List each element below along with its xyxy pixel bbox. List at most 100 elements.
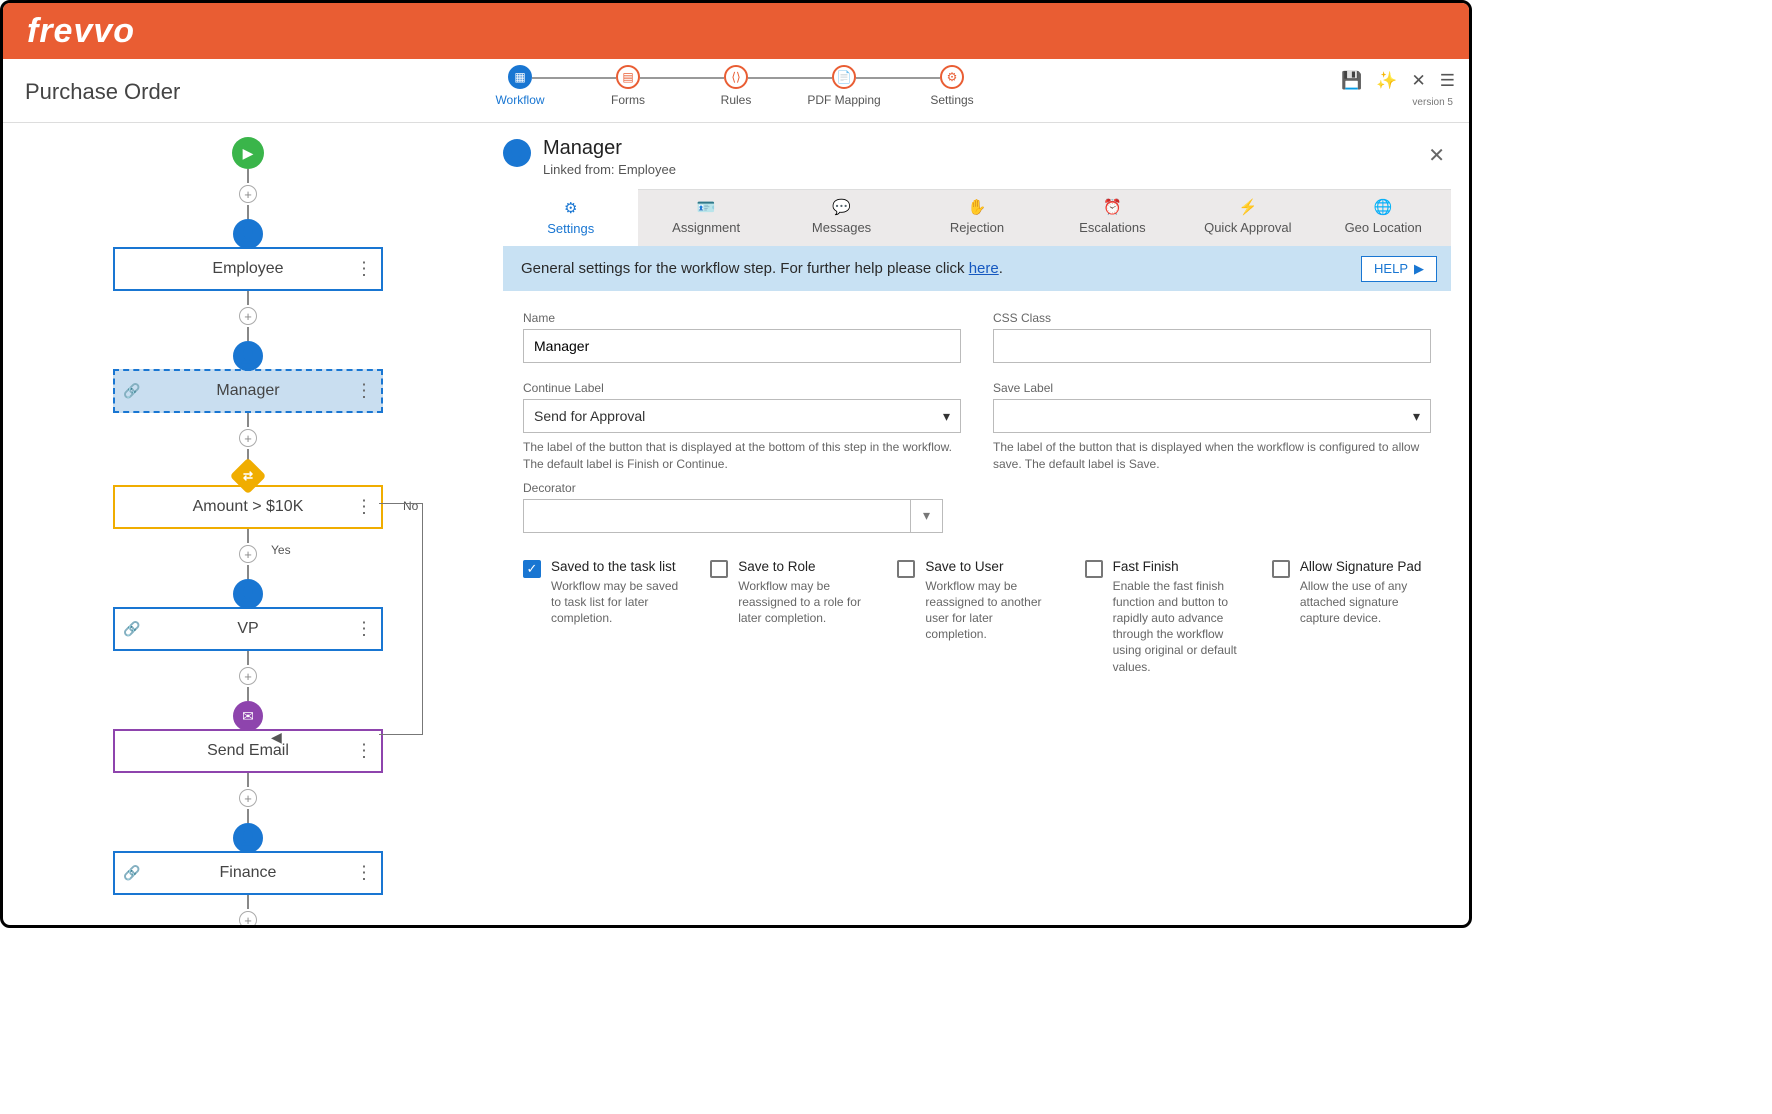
add-step-button[interactable]: + [239, 789, 257, 807]
stepnav-forms[interactable]: ▤ Forms [574, 65, 682, 107]
add-step-button[interactable]: + [239, 429, 257, 447]
wand-icon[interactable]: ✨ [1376, 71, 1397, 91]
start-node[interactable]: ▶ [232, 137, 264, 169]
checkbox-icon[interactable] [897, 560, 915, 578]
panel-tabs: ⚙Settings 🪪Assignment 💬Messages ✋Rejecti… [503, 189, 1451, 246]
person-icon: 👤 [233, 219, 263, 249]
link-icon: 🔗 [123, 383, 140, 400]
hamburger-icon[interactable]: ☰ [1440, 71, 1455, 91]
close-icon[interactable]: ✕ [1412, 71, 1426, 91]
continue-hint: The label of the button that is displaye… [523, 439, 961, 473]
add-step-button[interactable]: + [239, 185, 257, 203]
help-button[interactable]: HELP ▶ [1361, 256, 1437, 282]
tab-messages[interactable]: 💬Messages [774, 189, 909, 246]
help-link[interactable]: here [969, 260, 999, 277]
add-step-button[interactable]: + [239, 307, 257, 325]
tab-assignment[interactable]: 🪪Assignment [638, 189, 773, 246]
tab-quick-approval[interactable]: ⚡Quick Approval [1180, 189, 1315, 246]
person-icon: 👤 [233, 341, 263, 371]
css-class-input[interactable] [993, 329, 1431, 363]
close-panel-button[interactable]: ✕ [1428, 143, 1445, 168]
version-label: version 5 [1412, 97, 1453, 108]
add-step-button[interactable]: + [239, 545, 257, 563]
continue-label-label: Continue Label [523, 381, 961, 395]
save-label-label: Save Label [993, 381, 1431, 395]
forms-icon: ▤ [616, 65, 640, 89]
save-icon[interactable]: 💾 [1341, 71, 1362, 91]
stepnav-pdf[interactable]: 📄 PDF Mapping [790, 65, 898, 107]
workflow-icon: ▦ [508, 65, 532, 89]
arrow-icon: ◀ [271, 729, 282, 746]
link-icon: 🔗 [123, 621, 140, 638]
person-icon: 👤 [503, 139, 531, 167]
gear-icon: ⚙ [940, 65, 964, 89]
kebab-icon[interactable]: ⋮ [355, 619, 373, 640]
step-finance[interactable]: 🔗 Finance ⋮ [113, 851, 383, 895]
chevron-down-icon: ▾ [1413, 408, 1420, 425]
top-bar: frevvo [3, 3, 1469, 59]
tab-rejection[interactable]: ✋Rejection [909, 189, 1044, 246]
name-input[interactable] [523, 329, 961, 363]
properties-panel: 👤 Manager Linked from: Employee ✕ ⚙Setti… [493, 123, 1469, 925]
branch-no-label: No [403, 499, 418, 513]
stepnav-settings[interactable]: ⚙ Settings [898, 65, 1006, 107]
brand-logo: frevvo [27, 12, 135, 51]
continue-label-select[interactable]: Send for Approval ▾ [523, 399, 961, 433]
check-fast-finish[interactable]: Fast FinishEnable the fast finish functi… [1085, 559, 1244, 675]
chevron-down-icon: ▾ [910, 500, 942, 532]
chevron-down-icon: ▾ [943, 408, 950, 425]
checkbox-icon[interactable] [1272, 560, 1290, 578]
pdf-icon: 📄 [832, 65, 856, 89]
kebab-icon[interactable]: ⋮ [355, 497, 373, 518]
add-step-button[interactable]: + [239, 911, 257, 925]
card-icon: 🪪 [697, 198, 716, 216]
step-send-email[interactable]: Send Email ⋮ [113, 729, 383, 773]
person-icon: 👤 [233, 823, 263, 853]
check-allow-signature-pad[interactable]: Allow Signature PadAllow the use of any … [1272, 559, 1431, 627]
info-banner: General settings for the workflow step. … [503, 246, 1451, 291]
checkbox-icon[interactable]: ✓ [523, 560, 541, 578]
tab-geo-location[interactable]: 🌐Geo Location [1316, 189, 1451, 246]
kebab-icon[interactable]: ⋮ [355, 381, 373, 402]
header: Purchase Order ▦ Workflow ▤ Forms ⟨⟩ Rul… [3, 59, 1469, 123]
tab-escalations[interactable]: ⏰Escalations [1045, 189, 1180, 246]
gear-icon: ⚙ [564, 199, 577, 217]
panel-subtitle: Linked from: Employee [543, 162, 676, 177]
clock-icon: ⏰ [1103, 198, 1122, 216]
play-icon: ▶ [1414, 261, 1424, 277]
tab-settings[interactable]: ⚙Settings [503, 189, 638, 246]
step-nav: ▦ Workflow ▤ Forms ⟨⟩ Rules 📄 PDF Mappin… [466, 65, 1006, 107]
step-manager[interactable]: 🔗 Manager ⋮ [113, 369, 383, 413]
name-label: Name [523, 311, 961, 325]
decorator-select[interactable]: ▾ [523, 499, 943, 533]
header-actions: 💾 ✨ ✕ ☰ version 5 [1341, 71, 1455, 91]
chat-icon: 💬 [832, 198, 851, 216]
checkbox-icon[interactable] [1085, 560, 1103, 578]
email-icon: ✉ [233, 701, 263, 731]
panel-title: Manager [543, 137, 676, 160]
step-vp[interactable]: 🔗 VP ⋮ [113, 607, 383, 651]
check-saved-task-list[interactable]: ✓ Saved to the task listWorkflow may be … [523, 559, 682, 627]
branch-yes-label: Yes [271, 543, 291, 557]
workflow-canvas[interactable]: ▶ + 👤 Employee ⋮ + 👤 🔗 Manager [3, 123, 493, 925]
step-employee[interactable]: Employee ⋮ [113, 247, 383, 291]
bolt-icon: ⚡ [1238, 198, 1257, 216]
add-step-button[interactable]: + [239, 667, 257, 685]
hand-icon: ✋ [968, 198, 987, 216]
rules-icon: ⟨⟩ [724, 65, 748, 89]
checkbox-icon[interactable] [710, 560, 728, 578]
page-title: Purchase Order [3, 59, 423, 105]
check-save-to-role[interactable]: Save to RoleWorkflow may be reassigned t… [710, 559, 869, 627]
stepnav-rules[interactable]: ⟨⟩ Rules [682, 65, 790, 107]
kebab-icon[interactable]: ⋮ [355, 741, 373, 762]
link-icon: 🔗 [123, 865, 140, 882]
decorator-label: Decorator [523, 481, 1431, 495]
css-class-label: CSS Class [993, 311, 1431, 325]
kebab-icon[interactable]: ⋮ [355, 259, 373, 280]
globe-icon: 🌐 [1374, 198, 1393, 216]
stepnav-workflow[interactable]: ▦ Workflow [466, 65, 574, 107]
kebab-icon[interactable]: ⋮ [355, 863, 373, 884]
save-label-select[interactable]: ▾ [993, 399, 1431, 433]
save-hint: The label of the button that is displaye… [993, 439, 1431, 473]
check-save-to-user[interactable]: Save to UserWorkflow may be reassigned t… [897, 559, 1056, 643]
